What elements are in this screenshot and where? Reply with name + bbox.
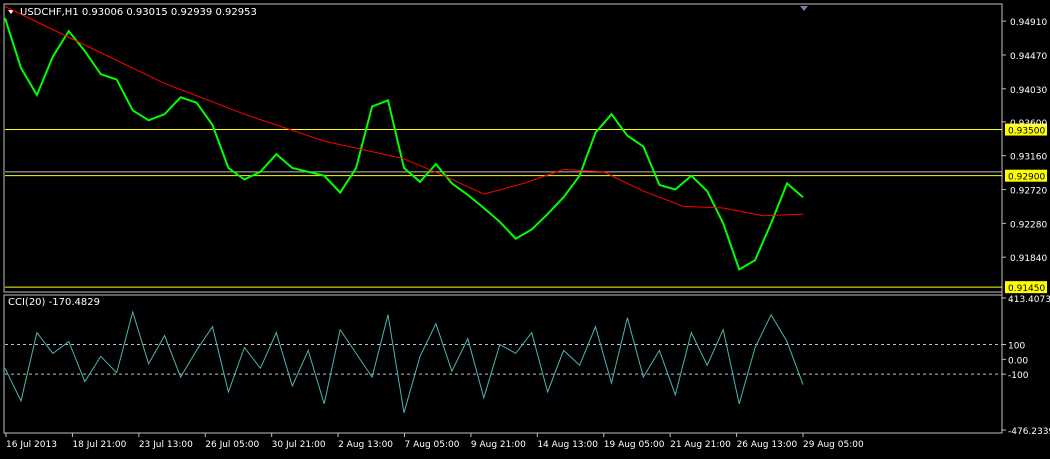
time-tick-label: 29 Aug 05:00 [803,440,864,450]
cci-chart-layer [4,310,1002,413]
cci-tick-label: 100 [1008,342,1025,352]
time-tick-label: 18 Jul 21:00 [72,440,126,450]
trading-chart-window[interactable]: USDCHF,H1 0.93006 0.93015 0.92939 0.9295… [0,0,1050,455]
time-tick-label: 23 Jul 13:00 [139,440,193,450]
price-tick-label: 0.92720 [1010,187,1047,197]
time-tick-label: 2 Aug 13:00 [338,440,393,450]
price-tick-label: 0.93160 [1010,153,1047,163]
time-tick-label: 14 Aug 13:00 [537,440,598,450]
level-price-label: 0.92900 [1008,173,1045,183]
time-tick-label: 19 Aug 05:00 [604,440,665,450]
time-tick-label: 16 Jul 2013 [6,440,57,450]
indicator-panel-frame [3,294,1003,434]
price-series-line [4,17,804,271]
price-tick-label: 0.92280 [1010,220,1047,230]
price-chart-layer [4,6,1002,288]
cci-tick-label: 413.4073 [1008,295,1050,305]
time-tick-label: 7 Aug 05:00 [405,440,460,450]
level-price-label: 0.91450 [1008,284,1045,294]
price-tick-label: 0.91840 [1010,254,1047,264]
cci-series-line [4,310,804,413]
cci-tick-label: -100 [1008,371,1029,381]
price-tick-label: 0.93600 [1010,119,1047,129]
price-tick-label: 0.94470 [1010,52,1047,62]
time-tick-label: 26 Aug 13:00 [737,440,798,450]
cci-tick-label: 0.00 [1008,356,1028,366]
time-tick-label: 26 Jul 05:00 [205,440,259,450]
chart-shift-marker-icon[interactable] [800,6,808,11]
chart-symbol-title: USDCHF,H1 0.93006 0.93015 0.92939 0.9295… [20,7,257,18]
cci-tick-label: -476.2339 [1008,427,1050,437]
time-tick-label: 21 Aug 21:00 [670,440,731,450]
moving-average-line [4,6,804,217]
price-tick-label: 0.94910 [1010,18,1047,28]
price-tick-label: 0.94030 [1010,86,1047,96]
time-tick-label: 30 Jul 21:00 [272,440,326,450]
indicator-title: CCI(20) -170.4829 [8,297,100,308]
price-panel-frame [3,3,1003,293]
chart-canvas[interactable]: USDCHF,H1 0.93006 0.93015 0.92939 0.9295… [0,0,1050,455]
time-tick-label: 9 Aug 21:00 [471,440,526,450]
